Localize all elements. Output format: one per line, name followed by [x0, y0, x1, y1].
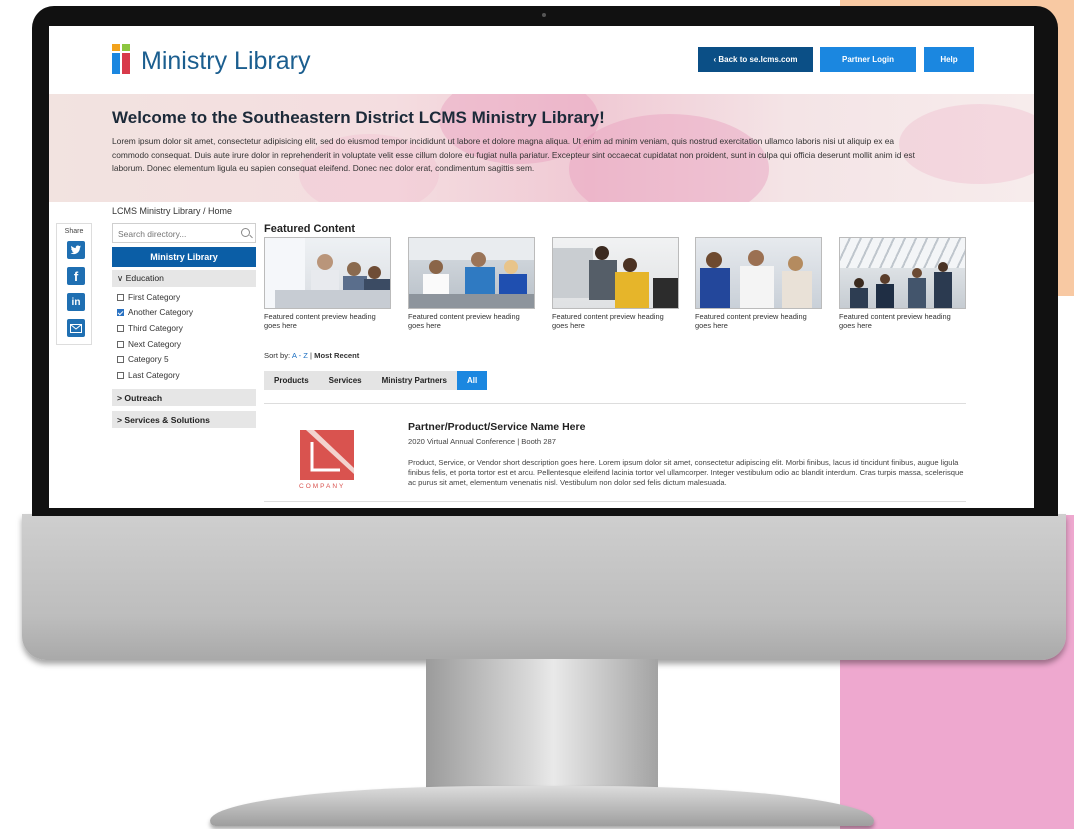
monitor-stand-neck [426, 659, 658, 791]
featured-card[interactable]: Featured content preview heading goes he… [408, 237, 535, 330]
featured-card[interactable]: Featured content preview heading goes he… [839, 237, 966, 330]
search-icon[interactable] [241, 228, 250, 237]
category-label: Next Category [128, 339, 182, 349]
sort-label: Sort by: [264, 351, 291, 360]
sort-az-link[interactable]: A - Z [292, 351, 308, 360]
featured-content-title: Featured Content [264, 223, 356, 235]
outreach-section-toggle[interactable]: > Outreach [112, 389, 256, 406]
featured-caption[interactable]: Featured content preview heading goes he… [408, 312, 535, 330]
category-label: Category 5 [128, 354, 169, 364]
tab-all[interactable]: All [456, 371, 488, 390]
filter-tabs: Products Services Ministry Partners All [264, 371, 488, 390]
breadcrumb[interactable]: LCMS Ministry Library / Home [112, 206, 232, 216]
category-checkbox-5[interactable]: Category 5 [117, 354, 169, 364]
search-box [112, 223, 256, 243]
sort-separator: | [310, 351, 313, 360]
featured-caption[interactable]: Featured content preview heading goes he… [839, 312, 966, 330]
hero-description: Lorem ipsum dolor sit amet, consectetur … [112, 136, 915, 173]
category-label: Third Category [128, 323, 183, 333]
checkbox-checked-icon[interactable] [117, 308, 124, 316]
featured-card[interactable]: Featured content preview heading goes he… [695, 237, 822, 330]
featured-caption[interactable]: Featured content preview heading goes he… [552, 312, 679, 330]
category-checkbox-next[interactable]: Next Category [117, 339, 181, 349]
checkbox-icon[interactable] [117, 340, 124, 348]
featured-caption[interactable]: Featured content preview heading goes he… [264, 312, 391, 330]
checkbox-icon[interactable] [117, 355, 124, 363]
partner-login-button[interactable]: Partner Login [820, 47, 916, 72]
category-label: Last Category [128, 370, 180, 380]
company-logo-icon[interactable] [300, 430, 354, 480]
monitor-stand-base [210, 786, 874, 826]
ministry-library-logo-icon [112, 44, 130, 74]
featured-image[interactable] [695, 237, 822, 309]
listing-subtitle: 2020 Virtual Annual Conference | Booth 2… [408, 437, 556, 446]
category-label: Another Category [128, 307, 194, 317]
listing-title[interactable]: Partner/Product/Service Name Here [408, 421, 585, 433]
linkedin-icon[interactable]: in [67, 293, 85, 311]
divider [264, 403, 966, 404]
divider [264, 501, 966, 502]
checkbox-icon[interactable] [117, 371, 124, 379]
sort-bar: Sort by: A - Z | Most Recent [264, 351, 359, 360]
email-icon[interactable] [67, 319, 85, 337]
category-label: First Category [128, 292, 181, 302]
ministry-library-heading[interactable]: Ministry Library [112, 247, 256, 267]
category-checkbox-first[interactable]: First Category [117, 292, 180, 302]
hero-banner: Welcome to the Southeastern District LCM… [49, 94, 1034, 202]
website-screen: Ministry Library ‹ Back to se.lcms.com P… [49, 26, 1034, 508]
search-directory-input[interactable] [113, 225, 233, 243]
share-panel: Share f in [56, 223, 92, 345]
education-section-label: ∨ Education [117, 273, 164, 283]
tab-services[interactable]: Services [319, 371, 372, 390]
back-to-site-button[interactable]: ‹ Back to se.lcms.com [698, 47, 813, 72]
tab-products[interactable]: Products [264, 371, 319, 390]
sort-most-recent-link[interactable]: Most Recent [314, 351, 359, 360]
site-header: Ministry Library ‹ Back to se.lcms.com P… [49, 26, 1034, 94]
company-wordmark: COMPANY [299, 483, 346, 490]
featured-card[interactable]: Featured content preview heading goes he… [264, 237, 391, 330]
camera-dot [542, 13, 546, 17]
hero-title: Welcome to the Southeastern District LCM… [112, 108, 605, 127]
twitter-icon[interactable] [67, 241, 85, 259]
listing-description: Product, Service, or Vendor short descri… [408, 458, 964, 487]
category-checkbox-third[interactable]: Third Category [117, 323, 183, 333]
category-checkbox-last[interactable]: Last Category [117, 370, 180, 380]
help-button[interactable]: Help [924, 47, 974, 72]
featured-image[interactable] [552, 237, 679, 309]
checkbox-icon[interactable] [117, 324, 124, 332]
monitor-chin [22, 514, 1066, 660]
featured-caption[interactable]: Featured content preview heading goes he… [695, 312, 822, 330]
tab-ministry-partners[interactable]: Ministry Partners [372, 371, 457, 390]
education-section-toggle[interactable]: ∨ Education [112, 270, 256, 287]
featured-image[interactable] [408, 237, 535, 309]
services-solutions-section-toggle[interactable]: > Services & Solutions [112, 411, 256, 428]
mockup-stage: Ministry Library ‹ Back to se.lcms.com P… [0, 0, 1074, 829]
featured-image[interactable] [264, 237, 391, 309]
checkbox-icon[interactable] [117, 293, 124, 301]
facebook-icon[interactable]: f [67, 267, 85, 285]
site-logo-title[interactable]: Ministry Library [141, 47, 310, 76]
share-label: Share [64, 228, 84, 235]
featured-image[interactable] [839, 237, 966, 309]
category-checkbox-another[interactable]: Another Category [117, 307, 193, 317]
featured-card[interactable]: Featured content preview heading goes he… [552, 237, 679, 330]
